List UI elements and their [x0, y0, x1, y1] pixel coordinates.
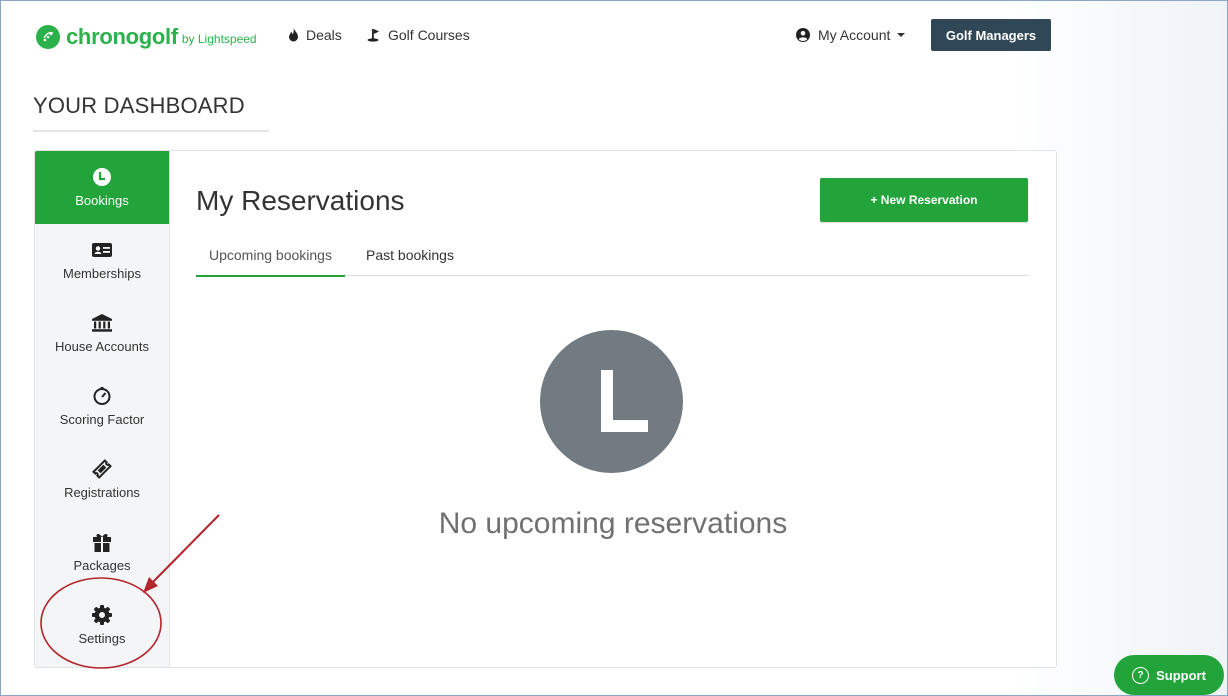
new-reservation-button[interactable]: + New Reservation [820, 178, 1028, 222]
gauge-icon [93, 386, 111, 406]
reservations-panel: My Reservations + New Reservation Upcomi… [170, 151, 1056, 667]
sidebar-item-packages[interactable]: Packages [35, 516, 169, 589]
logo-wordmark: chronogolf [66, 24, 178, 49]
nav-golf-courses-link[interactable]: Golf Courses [367, 27, 470, 43]
sidebar-item-label: Registrations [64, 485, 140, 500]
support-button[interactable]: ? Support [1114, 655, 1224, 695]
chevron-down-icon [897, 33, 906, 37]
title-underline [33, 130, 269, 132]
empty-state-clock-icon [540, 330, 683, 473]
ticket-icon [92, 459, 112, 479]
gift-icon [92, 532, 112, 552]
dashboard-sidebar: Bookings Memberships House Accounts Scor… [35, 151, 170, 667]
empty-state-message: No upcoming reservations [438, 507, 788, 540]
page-title: YOUR DASHBOARD [33, 93, 245, 118]
booking-tabs: Upcoming bookings Past bookings [196, 241, 1029, 277]
sidebar-item-label: House Accounts [55, 339, 149, 354]
nav-deals-link[interactable]: Deals [288, 27, 342, 43]
sidebar-item-label: Bookings [75, 193, 129, 208]
id-card-icon [92, 240, 112, 260]
sidebar-item-label: Settings [78, 631, 126, 646]
browser-frame: chronogolf by Lightspeed Deals Golf Cour… [0, 0, 1228, 696]
golf-ball-logo-icon [36, 25, 60, 49]
top-navigation: chronogolf by Lightspeed Deals Golf Cour… [1, 1, 1227, 71]
my-account-dropdown[interactable]: My Account [796, 27, 906, 43]
support-label: Support [1156, 667, 1206, 683]
dashboard-card: Bookings Memberships House Accounts Scor… [34, 150, 1057, 668]
help-circle-icon: ? [1132, 666, 1150, 684]
sidebar-item-registrations[interactable]: Registrations [35, 443, 169, 516]
section-title: My Reservations [196, 185, 405, 216]
sidebar-item-memberships[interactable]: Memberships [35, 224, 169, 297]
fire-icon [289, 28, 298, 42]
my-account-label: My Account [818, 27, 891, 43]
sidebar-item-settings[interactable]: Settings [35, 589, 169, 662]
sidebar-item-label: Memberships [62, 266, 142, 281]
tab-upcoming-bookings[interactable]: Upcoming bookings [196, 247, 345, 277]
sidebar-item-label: Packages [73, 558, 131, 573]
bank-icon [92, 313, 112, 333]
logo-byline: by Lightspeed [181, 32, 257, 46]
sidebar-item-house-accounts[interactable]: House Accounts [35, 297, 169, 370]
golf-flag-icon [367, 29, 379, 42]
gear-icon [92, 605, 112, 625]
nav-golf-courses-label: Golf Courses [388, 27, 470, 43]
chronogolf-logo[interactable]: chronogolf by Lightspeed [36, 23, 257, 51]
nav-deals-label: Deals [306, 27, 342, 43]
golf-managers-button[interactable]: Golf Managers [931, 19, 1051, 51]
sidebar-item-label: Scoring Factor [59, 412, 145, 427]
sidebar-item-bookings[interactable]: Bookings [35, 151, 169, 224]
tab-past-bookings[interactable]: Past bookings [366, 247, 454, 275]
clock-icon [93, 167, 111, 187]
sidebar-item-scoring-factor[interactable]: Scoring Factor [35, 370, 169, 443]
user-circle-icon [796, 28, 810, 42]
